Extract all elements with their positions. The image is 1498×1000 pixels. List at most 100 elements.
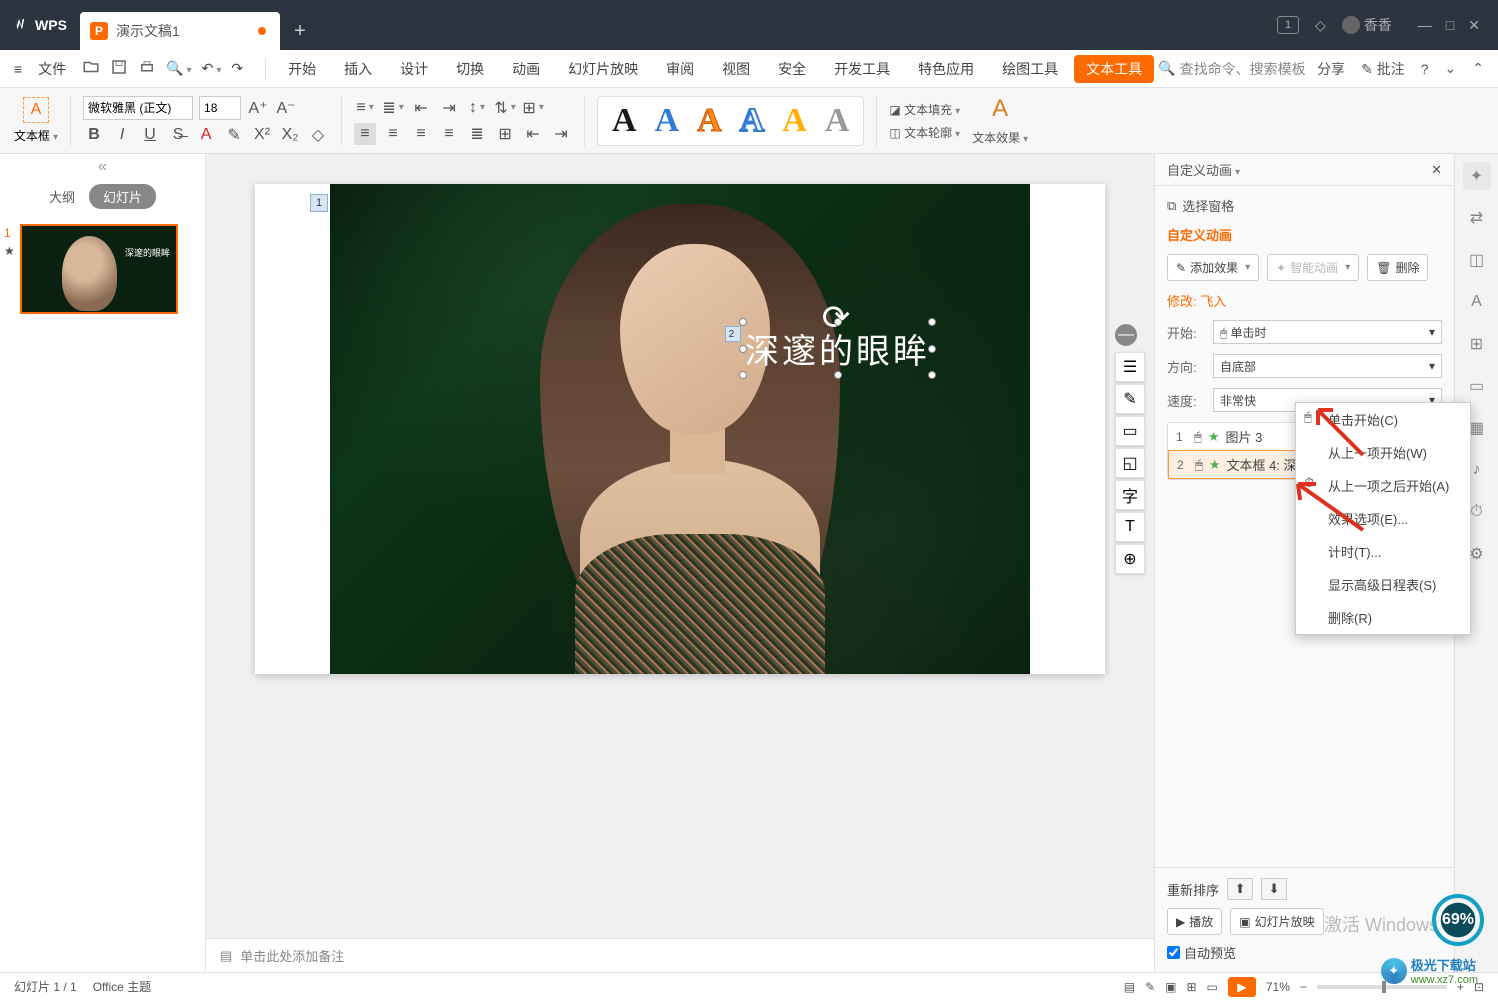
move-down-button[interactable]: ⬇	[1261, 878, 1287, 900]
rail-design-icon[interactable]: ◫	[1463, 246, 1491, 274]
indent-inc-icon[interactable]: ⇥	[438, 97, 460, 119]
panel-collapse-icon[interactable]: «	[98, 158, 107, 175]
menu-devtools[interactable]: 开发工具	[822, 55, 902, 83]
comment-button[interactable]: ✎ 批注	[1361, 59, 1405, 79]
more-icon[interactable]: ⌃	[1472, 60, 1484, 77]
align-left-icon[interactable]: ≡	[354, 123, 376, 145]
menu-design[interactable]: 设计	[388, 55, 440, 83]
clear-format-icon[interactable]: ◇	[307, 124, 329, 146]
bullets-icon[interactable]: ≡	[354, 97, 376, 119]
indent-dec-icon[interactable]: ⇤	[410, 97, 432, 119]
notes-area[interactable]: ▤ 单击此处添加备注	[206, 938, 1154, 972]
collapse-ribbon-icon[interactable]: ⌄	[1445, 60, 1457, 77]
font-color-icon[interactable]: A	[195, 124, 217, 146]
menu-security[interactable]: 安全	[766, 55, 818, 83]
close-icon[interactable]: ✕	[1468, 17, 1480, 34]
view-normal-icon[interactable]: ▣	[1165, 980, 1176, 994]
start-select[interactable]: 🖱 单击时▾	[1213, 320, 1442, 344]
font-size-input[interactable]	[199, 96, 241, 120]
photo-placeholder[interactable]	[330, 184, 1030, 674]
text-styles-gallery[interactable]: A A A A A A	[597, 96, 864, 146]
minimize-icon[interactable]: —	[1418, 17, 1432, 34]
search-box[interactable]: 🔍查找命令、搜索模板	[1158, 59, 1305, 79]
open-icon[interactable]	[82, 58, 100, 79]
rail-layout-icon[interactable]: ⊞	[1463, 330, 1491, 358]
textbox-label[interactable]: 文本框	[14, 127, 58, 144]
char-icon[interactable]: 字	[1115, 480, 1145, 510]
menu-review[interactable]: 审阅	[654, 55, 706, 83]
line-spacing-icon[interactable]: ↕	[466, 97, 488, 119]
cm-delete[interactable]: 删除(R)	[1296, 601, 1470, 634]
print-icon[interactable]	[138, 58, 156, 79]
cm-effect-options[interactable]: 效果选项(E)...	[1296, 502, 1470, 535]
comments-icon[interactable]: ✎	[1145, 980, 1155, 994]
new-tab-button[interactable]: +	[280, 12, 320, 50]
text-effect-label[interactable]: 文本效果	[972, 129, 1028, 146]
more-tool-icon[interactable]: ⊕	[1115, 544, 1145, 574]
skin-icon[interactable]: ◇	[1315, 17, 1326, 34]
play-button[interactable]: ▶ 播放	[1167, 908, 1222, 935]
document-tab[interactable]: P 演示文稿1	[80, 12, 280, 50]
columns-icon[interactable]: ⊞	[494, 123, 516, 145]
view-sorter-icon[interactable]: ⊞	[1186, 980, 1196, 994]
menu-texttools[interactable]: 文本工具	[1074, 55, 1154, 83]
text-box[interactable]: 2 ⟳ 深邃的眼眸	[745, 324, 930, 373]
rail-transition-icon[interactable]: ⇄	[1463, 204, 1491, 232]
cm-with-prev[interactable]: 从上一项开始(W)	[1296, 436, 1470, 469]
redo-icon[interactable]: ↷	[231, 60, 243, 77]
tab-outline[interactable]: 大纲	[49, 187, 75, 206]
menu-view[interactable]: 视图	[710, 55, 762, 83]
preview-icon[interactable]: 🔍	[166, 60, 191, 77]
highlight-icon[interactable]: ✎	[223, 124, 245, 146]
tab-right-icon[interactable]: ⇥	[550, 123, 572, 145]
pane-close-icon[interactable]: ✕	[1431, 162, 1442, 178]
cm-schedule[interactable]: 显示高级日程表(S)	[1296, 568, 1470, 601]
play-slideshow-button[interactable]: ▶	[1228, 977, 1256, 997]
undo-icon[interactable]: ↶	[202, 60, 222, 77]
rail-image-icon[interactable]: ▭	[1463, 372, 1491, 400]
pen-icon[interactable]: ✎	[1115, 384, 1145, 414]
view-reading-icon[interactable]: ▭	[1207, 980, 1218, 994]
text-fill-button[interactable]: ◪ 文本填充	[889, 101, 960, 118]
menu-transition[interactable]: 切换	[444, 55, 496, 83]
user-avatar[interactable]: 香香	[1342, 15, 1392, 35]
shrink-font-icon[interactable]: A⁻	[275, 97, 297, 119]
menu-start[interactable]: 开始	[276, 55, 328, 83]
menu-insert[interactable]: 插入	[332, 55, 384, 83]
subscript-icon[interactable]: X₂	[279, 124, 301, 146]
grow-font-icon[interactable]: A⁺	[247, 97, 269, 119]
collapse-tool-icon[interactable]: —	[1115, 324, 1137, 346]
bold-icon[interactable]: B	[83, 124, 105, 146]
crop-icon[interactable]: ◱	[1115, 448, 1145, 478]
badge-one[interactable]: 1	[1277, 16, 1299, 34]
rail-anim-icon[interactable]: ✦	[1463, 162, 1491, 190]
rail-text-icon[interactable]: A	[1463, 288, 1491, 316]
font-family-input[interactable]	[83, 96, 193, 120]
smart-anim-button[interactable]: ✦ 智能动画	[1267, 254, 1359, 281]
maximize-icon[interactable]: □	[1446, 17, 1454, 34]
add-effect-button[interactable]: ✎ 添加效果	[1167, 254, 1259, 281]
menu-drawtools[interactable]: 绘图工具	[990, 55, 1070, 83]
delete-button[interactable]: 🗑 删除	[1367, 254, 1428, 281]
menu-special[interactable]: 特色应用	[906, 55, 986, 83]
zoom-out-icon[interactable]: −	[1300, 980, 1307, 994]
menu-animation[interactable]: 动画	[500, 55, 552, 83]
slide-thumbnail[interactable]: 1 ★ 深邃的眼眸	[20, 224, 185, 314]
numbering-icon[interactable]: ≣	[382, 97, 404, 119]
textbox-icon[interactable]: A	[23, 97, 49, 123]
move-up-button[interactable]: ⬆	[1227, 878, 1253, 900]
text-tool-icon[interactable]: T	[1115, 512, 1145, 542]
underline-icon[interactable]: U	[139, 124, 161, 146]
image-icon[interactable]: ▭	[1115, 416, 1145, 446]
cm-timing[interactable]: 计时(T)...	[1296, 535, 1470, 568]
italic-icon[interactable]: I	[111, 124, 133, 146]
tab-left-icon[interactable]: ⇤	[522, 123, 544, 145]
align-text-icon[interactable]: ⊞	[522, 97, 544, 119]
save-icon[interactable]	[110, 58, 128, 79]
align-right-icon[interactable]: ≡	[410, 123, 432, 145]
menu-file[interactable]: 文件	[26, 55, 78, 83]
share-button[interactable]: 分享	[1317, 59, 1345, 79]
tab-slides[interactable]: 幻灯片	[89, 184, 156, 209]
text-outline-button[interactable]: ◫ 文本轮廓	[889, 124, 960, 141]
help-icon[interactable]: ?	[1421, 61, 1429, 77]
